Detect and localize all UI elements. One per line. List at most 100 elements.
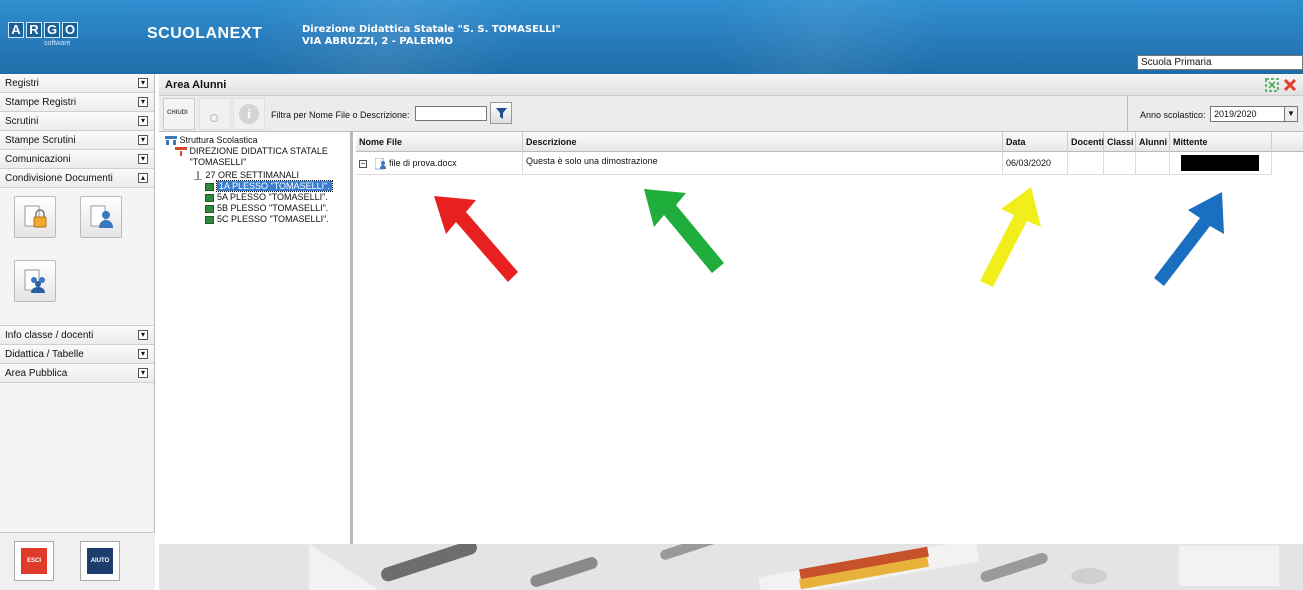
page-title: Area Alunni (165, 79, 227, 91)
collapse-toggle-icon[interactable]: ▾ (138, 154, 148, 164)
class-icon (205, 215, 214, 224)
brand-title: SCUOLANEXT (147, 25, 263, 42)
info-button[interactable]: i (233, 98, 265, 130)
panel-titlebar: Area Alunni (159, 74, 1303, 96)
sidebar-item-condivisione-documenti[interactable]: Condivisione Documenti ▴ (0, 169, 154, 188)
bottom-actions: ESCI AIUTO (0, 532, 155, 590)
class-icon (205, 182, 214, 191)
sidebar-item-stampe-scrutini[interactable]: Stampe Scrutini ▾ (0, 131, 154, 150)
class-icon (205, 193, 214, 202)
help-button[interactable]: AIUTO (80, 541, 120, 581)
sidebar-item-label: Stampe Registri (5, 97, 77, 108)
filter-button[interactable] (490, 102, 512, 124)
column-header[interactable]: Docenti (1068, 132, 1104, 152)
school-level-select[interactable]: Scuola Primaria (1137, 55, 1303, 70)
sidebar-item-label: Didattica / Tabelle (5, 349, 84, 360)
user-file-icon (374, 157, 386, 170)
school-name: Direzione Didattica Statale "S. S. TOMAS… (302, 24, 561, 35)
grid-header: Nome File Descrizione Data Docenti Class… (356, 132, 1303, 152)
sidebar-item-label: Area Pubblica (5, 368, 68, 379)
logo-letter: R (26, 22, 42, 38)
collapse-toggle-icon[interactable]: ▾ (138, 97, 148, 107)
arrow-red-icon (434, 196, 518, 282)
column-header[interactable]: Mittente (1170, 132, 1272, 152)
collapse-toggle-icon[interactable]: ▾ (138, 135, 148, 145)
arrow-green-icon (644, 189, 724, 273)
column-header[interactable]: Classi (1104, 132, 1136, 152)
logo-letter: A (8, 22, 24, 38)
tree-school[interactable]: DIREZIONE DIDATTICA STATALE "TOMASELLI" (175, 146, 328, 168)
school-info: Direzione Didattica Statale "S. S. TOMAS… (302, 24, 561, 48)
collapse-toggle-icon[interactable]: ▾ (138, 330, 148, 340)
close-panel-button[interactable]: CHIUDI (163, 98, 195, 130)
column-header[interactable]: Data (1003, 132, 1068, 152)
tree-class-1a[interactable]: 1A PLESSO "TOMASELLI". (205, 180, 333, 192)
alunni-cell (1136, 152, 1170, 175)
info-icon: i (239, 104, 259, 124)
close-icon[interactable] (1283, 78, 1297, 92)
expand-icon[interactable]: − (359, 159, 367, 168)
collapse-toggle-icon[interactable]: ▾ (138, 349, 148, 359)
sidebar: Registri ▾ Stampe Registri ▾ Scrutini ▾ Sta… (0, 74, 155, 590)
sidebar-item-label: Comunicazioni (5, 154, 71, 165)
sidebar-item-label: Scrutini (5, 116, 39, 127)
year-selector: Anno scolastico: 2019/2020 ▼ (1127, 96, 1303, 132)
background-decoration (159, 544, 1303, 590)
collapse-toggle-icon[interactable]: ▾ (138, 78, 148, 88)
sidebar-item-info-classe[interactable]: Info classe / docenti ▾ (0, 326, 154, 345)
filter-input[interactable] (415, 106, 487, 121)
year-label: Anno scolastico: (1140, 110, 1206, 120)
exit-button[interactable]: ESCI (14, 541, 54, 581)
app-window: A R G O software SCUOLANEXT Direzione Di… (0, 0, 1303, 590)
logo-letter: O (62, 22, 78, 38)
sidebar-item-label: Registri (5, 78, 39, 89)
sidebar-item-registri[interactable]: Registri ▾ (0, 74, 154, 93)
sidebar-item-didattica[interactable]: Didattica / Tabelle ▾ (0, 345, 154, 364)
person-doc-icon[interactable] (80, 196, 122, 238)
sidebar-item-scrutini[interactable]: Scrutini ▾ (0, 112, 154, 131)
arrow-yellow-icon (980, 187, 1041, 287)
tree-class-5c[interactable]: 5C PLESSO "TOMASELLI". (205, 214, 329, 225)
table-row[interactable]: − file di prova.docx Questa è solo una d… (356, 152, 1272, 175)
column-header[interactable]: Descrizione (523, 132, 1003, 152)
column-header[interactable]: Nome File (356, 132, 523, 152)
sidebar-item-comunicazioni[interactable]: Comunicazioni ▾ (0, 150, 154, 169)
funnel-icon (496, 108, 507, 119)
gear-icon (210, 114, 218, 122)
exit-icon: ESCI (21, 548, 47, 574)
docenti-cell (1068, 152, 1104, 175)
tree-class-5a[interactable]: 5A PLESSO "TOMASELLI". (205, 192, 328, 203)
chevron-down-icon[interactable]: ▼ (1284, 106, 1298, 122)
collapse-toggle-icon[interactable]: ▾ (138, 368, 148, 378)
school-address: VIA ABRUZZI, 2 - PALERMO (302, 36, 453, 47)
logo-letter: G (44, 22, 60, 38)
tree-root[interactable]: Struttura Scolastica (165, 135, 258, 146)
classi-cell (1104, 152, 1136, 175)
toolbar: CHIUDI i Filtra per Nome File o Descrizi… (159, 96, 1303, 132)
tree-hours[interactable]: 27 ORE SETTIMANALI (193, 170, 299, 181)
collapse-toggle-icon[interactable]: ▾ (138, 116, 148, 126)
sidebar-item-label: Stampe Scrutini (5, 135, 76, 146)
people-doc-icon[interactable] (14, 260, 56, 302)
school-structure-tree: Struttura Scolastica DIREZIONE DIDATTICA… (159, 132, 353, 544)
sidebar-item-area-pubblica[interactable]: Area Pubblica ▾ (0, 364, 154, 383)
settings-button[interactable] (199, 98, 231, 130)
column-header[interactable]: Alunni (1136, 132, 1170, 152)
maximize-icon[interactable] (1265, 78, 1279, 92)
tree-class-5b[interactable]: 5B PLESSO "TOMASELLI". (205, 203, 328, 214)
sender-cell (1170, 152, 1272, 175)
help-icon: AIUTO (87, 548, 113, 574)
date-cell: 06/03/2020 (1003, 152, 1068, 175)
argo-logo: A R G O (8, 22, 78, 38)
sidebar-item-stampe-registri[interactable]: Stampe Registri ▾ (0, 93, 154, 112)
logo-subtitle: software (44, 40, 71, 47)
class-icon (205, 204, 214, 213)
header: A R G O software SCUOLANEXT Direzione Di… (0, 0, 1303, 74)
school-icon (175, 147, 187, 157)
collapse-toggle-icon[interactable]: ▴ (138, 173, 148, 183)
lock-doc-icon[interactable] (14, 196, 56, 238)
year-select[interactable]: 2019/2020 (1210, 106, 1285, 122)
sidebar-item-label: Condivisione Documenti (5, 173, 113, 184)
structure-icon (165, 136, 177, 146)
hours-icon (194, 171, 202, 181)
